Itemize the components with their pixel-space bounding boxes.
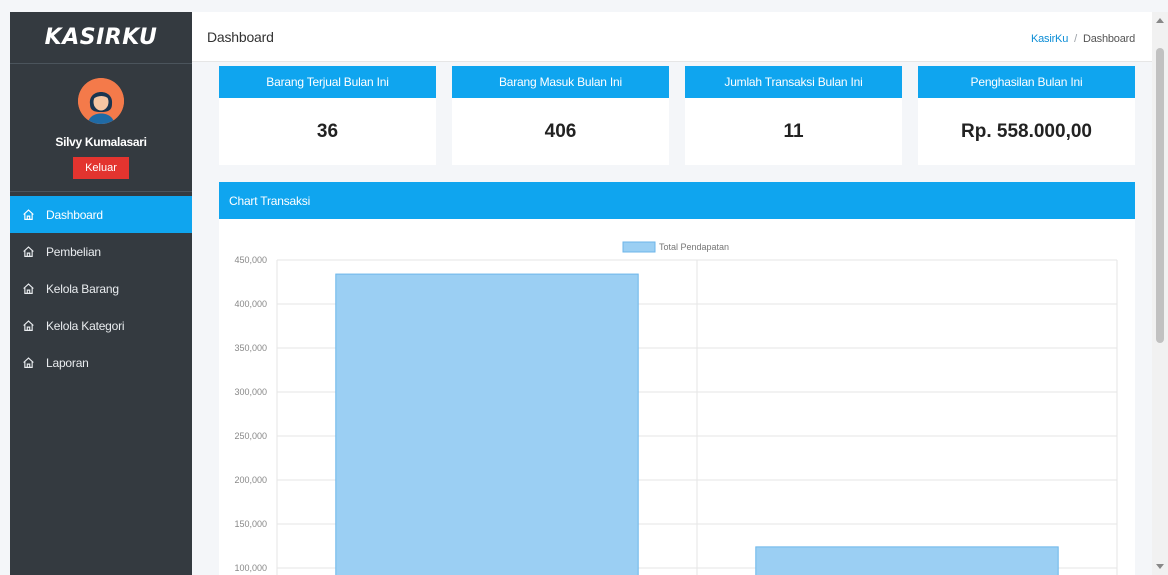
breadcrumb-current: Dashboard xyxy=(1082,33,1135,45)
page-title: Dashboard xyxy=(207,29,274,45)
sidebar-item-kelola-barang[interactable]: Kelola Barang xyxy=(10,270,192,307)
sidebar-item-label: Pembelian xyxy=(46,244,101,259)
logout-button[interactable]: Keluar xyxy=(73,157,129,179)
transaction-chart: 100,000 150,000 200,000 250,000 300,000 350,0… xyxy=(234,241,1118,575)
sidebar-item-label: Kelola Kategori xyxy=(46,318,125,333)
stat-card-value: 36 xyxy=(316,120,339,142)
user-name: Silvy Kumalasari xyxy=(55,135,147,149)
breadcrumb-separator: / xyxy=(1074,33,1077,45)
home-icon xyxy=(23,209,34,220)
sidebar-item-pembelian[interactable]: Pembelian xyxy=(10,233,192,270)
stat-card-title: Barang Masuk Bulan Ini xyxy=(452,66,669,98)
y-tick-label: 250,000 xyxy=(234,431,267,441)
y-tick-label: 300,000 xyxy=(234,387,267,397)
sidebar-item-label: Laporan xyxy=(46,355,89,370)
avatar xyxy=(78,78,124,124)
y-tick-label: 400,000 xyxy=(234,299,267,309)
sidebar-item-label: Dashboard xyxy=(46,207,103,222)
stat-card-title: Jumlah Transaksi Bulan Ini xyxy=(685,66,902,98)
scroll-thumb[interactable] xyxy=(1156,48,1164,343)
sidebar-item-label: Kelola Barang xyxy=(46,281,119,296)
sidebar-nav: Dashboard Pembelian Kelola Barang Kelola… xyxy=(10,196,192,381)
brand-text: KASIRKU xyxy=(44,25,158,50)
sidebar-item-kelola-kategori[interactable]: Kelola Kategori xyxy=(10,307,192,344)
bar xyxy=(755,546,1059,575)
y-tick-label: 200,000 xyxy=(234,475,267,485)
scroll-up-icon[interactable] xyxy=(1156,18,1164,23)
y-tick-label: 450,000 xyxy=(234,255,267,265)
stat-card-title: Penghasilan Bulan Ini xyxy=(918,66,1135,98)
user-panel: Silvy Kumalasari Keluar xyxy=(10,64,192,192)
home-icon xyxy=(23,357,34,368)
stat-card-barang-terjual: Barang Terjual Bulan Ini 36 xyxy=(219,66,436,165)
chart-panel: Chart Transaksi 100,000 150,000 200,000 250… xyxy=(219,182,1135,575)
chart-panel-title: Chart Transaksi xyxy=(219,182,1135,219)
sidebar-item-dashboard[interactable]: Dashboard xyxy=(10,196,192,233)
top-header: Dashboard KasirKu / Dashboard xyxy=(192,12,1152,62)
breadcrumb-link-home[interactable]: KasirKu xyxy=(1031,33,1068,45)
stat-card-penghasilan: Penghasilan Bulan Ini Rp. 558.000,00 xyxy=(918,66,1135,165)
stat-card-value: 11 xyxy=(783,120,804,142)
brand-logo[interactable]: KASIRKU xyxy=(10,12,192,64)
stat-card-value: 406 xyxy=(544,120,577,142)
y-tick-label: 350,000 xyxy=(234,343,267,353)
y-tick-label: 150,000 xyxy=(234,519,267,529)
home-icon xyxy=(23,283,34,294)
breadcrumb: KasirKu / Dashboard xyxy=(1031,33,1135,45)
stat-card-value: Rp. 558.000,00 xyxy=(961,120,1092,142)
stat-card-title: Barang Terjual Bulan Ini xyxy=(219,66,436,98)
home-icon xyxy=(23,320,34,331)
avatar-icon xyxy=(78,78,124,124)
stat-card-barang-masuk: Barang Masuk Bulan Ini 406 xyxy=(452,66,669,165)
stat-card-jumlah-transaksi: Jumlah Transaksi Bulan Ini 11 xyxy=(685,66,902,165)
sidebar: KASIRKU Silvy Kumalasari Keluar Dashboar… xyxy=(10,12,192,575)
sidebar-item-laporan[interactable]: Laporan xyxy=(10,344,192,381)
y-tick-label: 100,000 xyxy=(234,563,267,573)
page-scrollbar[interactable] xyxy=(1152,12,1168,575)
legend-swatch xyxy=(622,241,656,253)
bar xyxy=(335,273,639,575)
scroll-down-icon[interactable] xyxy=(1156,564,1164,569)
legend-label: Total Pendapatan xyxy=(659,242,729,252)
home-icon xyxy=(23,246,34,257)
